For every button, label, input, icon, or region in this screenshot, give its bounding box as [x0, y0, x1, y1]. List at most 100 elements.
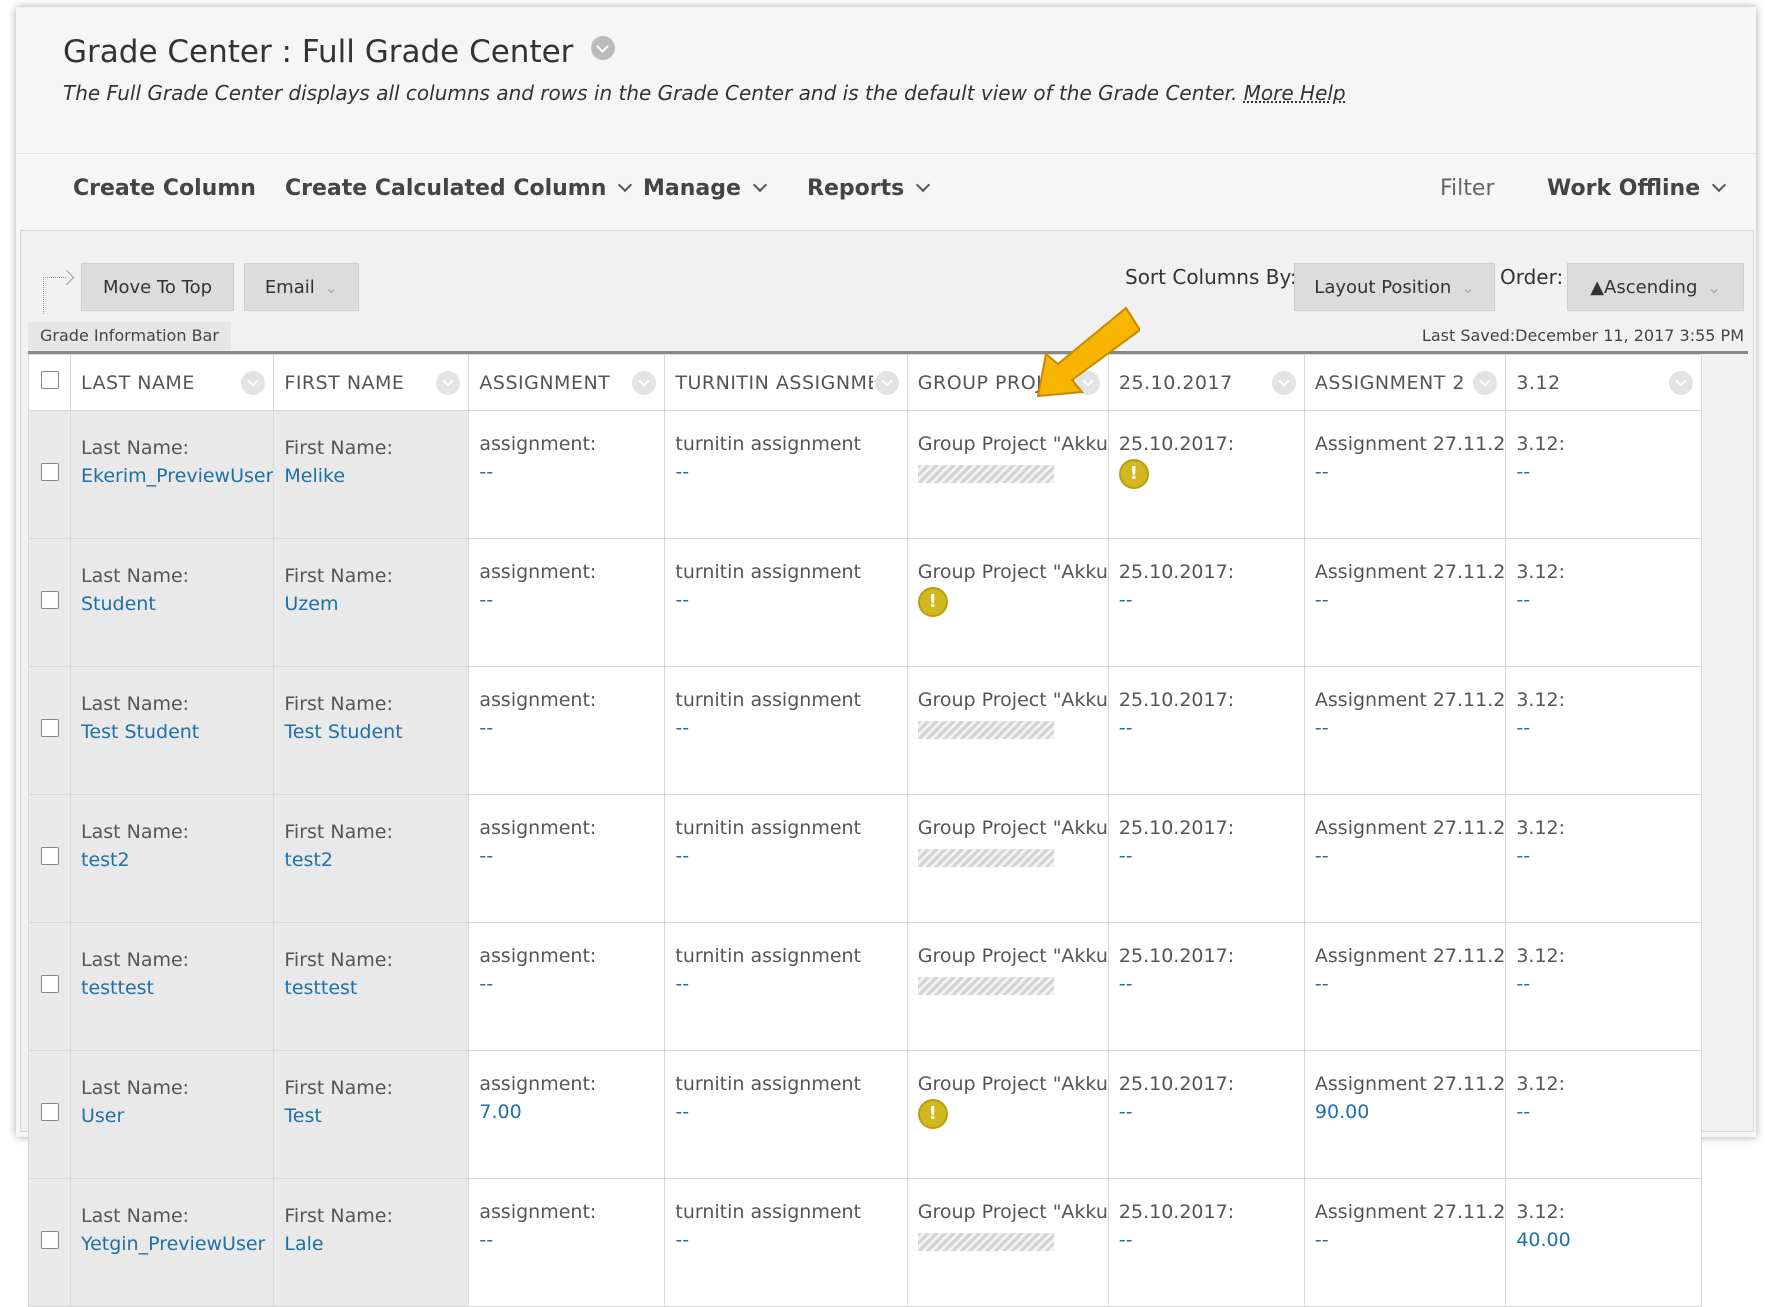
- more-help-link[interactable]: More Help: [1244, 81, 1346, 105]
- grade-cell-first[interactable]: First Name: Uzem: [273, 538, 470, 667]
- grade-cell-assignment[interactable]: assignment: --: [468, 922, 666, 1051]
- grade-cell-first[interactable]: First Name: Lale: [273, 1178, 470, 1307]
- create-column-button[interactable]: Create Column: [73, 176, 256, 201]
- grade-cell-last[interactable]: Last Name: Yetgin_PreviewUser: [69, 1178, 275, 1307]
- needs-grading-warning-icon[interactable]: !: [1118, 459, 1149, 489]
- column-menu-chevron-icon[interactable]: [241, 371, 266, 395]
- column-menu-chevron-icon[interactable]: [874, 371, 899, 395]
- row-checkbox[interactable]: [40, 591, 59, 609]
- student-name-link[interactable]: User: [81, 1105, 273, 1127]
- column-menu-chevron-icon[interactable]: [1473, 371, 1498, 395]
- grade-cell-date[interactable]: 25.10.2017: --: [1107, 922, 1305, 1051]
- grade-cell-last[interactable]: Last Name: Student: [69, 538, 275, 667]
- column-header-1[interactable]: FIRST NAME: [273, 354, 470, 411]
- order-select[interactable]: ▲Ascending ⌄: [1567, 263, 1744, 311]
- grade-cell-col312[interactable]: 3.12: --: [1505, 1050, 1703, 1179]
- grade-cell-assignment[interactable]: assignment: --: [468, 794, 666, 923]
- grade-cell-first[interactable]: First Name: Test Student: [273, 666, 470, 795]
- grade-cell-turnitin[interactable]: turnitin assignment --: [664, 1050, 908, 1179]
- student-name-link[interactable]: Yetgin_PreviewUser: [81, 1233, 273, 1255]
- grade-cell-date[interactable]: 25.10.2017: --: [1107, 666, 1305, 795]
- grade-cell-last[interactable]: Last Name: Test Student: [69, 666, 275, 795]
- needs-grading-warning-icon[interactable]: !: [917, 1099, 948, 1129]
- row-checkbox[interactable]: [40, 463, 59, 481]
- needs-grading-warning-icon[interactable]: !: [917, 587, 948, 617]
- grade-cell-assignment2[interactable]: Assignment 27.11.2 --: [1303, 794, 1507, 923]
- grade-cell-assignment2[interactable]: Assignment 27.11.2 90.00: [1303, 1050, 1507, 1179]
- row-checkbox[interactable]: [40, 847, 59, 865]
- student-name-link[interactable]: Ekerim_PreviewUser: [81, 465, 273, 487]
- email-button[interactable]: Email ⌄: [244, 263, 359, 311]
- grade-cell-col312[interactable]: 3.12: --: [1505, 666, 1703, 795]
- column-menu-chevron-icon[interactable]: [1271, 371, 1296, 395]
- student-name-link[interactable]: Test: [284, 1105, 468, 1127]
- column-menu-chevron-icon[interactable]: [436, 371, 461, 395]
- grade-cell-group[interactable]: Group Project "Akku: [906, 794, 1109, 923]
- grade-cell-turnitin[interactable]: turnitin assignment --: [664, 666, 908, 795]
- grade-cell-group[interactable]: Group Project "Akku!: [906, 1050, 1109, 1179]
- grade-information-bar-tab[interactable]: Grade Information Bar: [28, 322, 231, 350]
- grade-cell-first[interactable]: First Name: testtest: [273, 922, 470, 1051]
- column-header-0[interactable]: LAST NAME: [69, 354, 275, 411]
- grade-cell-last[interactable]: Last Name: Ekerim_PreviewUser: [69, 410, 275, 539]
- grade-cell-turnitin[interactable]: turnitin assignment --: [664, 794, 908, 923]
- row-checkbox[interactable]: [40, 1103, 59, 1121]
- student-name-link[interactable]: Lale: [284, 1233, 468, 1255]
- grade-cell-assignment[interactable]: assignment: --: [468, 1178, 666, 1307]
- grade-cell-first[interactable]: First Name: Melike: [273, 410, 470, 539]
- grade-cell-assignment2[interactable]: Assignment 27.11.2 --: [1303, 922, 1507, 1051]
- work-offline-menu[interactable]: Work Offline: [1547, 176, 1727, 201]
- grade-cell-assignment2[interactable]: Assignment 27.11.2 --: [1303, 410, 1507, 539]
- grade-cell-turnitin[interactable]: turnitin assignment --: [664, 922, 908, 1051]
- grade-cell-date[interactable]: 25.10.2017: --: [1107, 1050, 1305, 1179]
- grade-cell-last[interactable]: Last Name: testtest: [69, 922, 275, 1051]
- grade-cell-group[interactable]: Group Project "Akku: [906, 922, 1109, 1051]
- student-name-link[interactable]: Student: [81, 593, 273, 615]
- create-calculated-column-menu[interactable]: Create Calculated Column: [285, 176, 633, 201]
- grade-cell-assignment2[interactable]: Assignment 27.11.2 --: [1303, 538, 1507, 667]
- student-name-link[interactable]: testtest: [284, 977, 468, 999]
- row-checkbox[interactable]: [40, 719, 59, 737]
- grade-cell-turnitin[interactable]: turnitin assignment --: [664, 538, 908, 667]
- grade-cell-first[interactable]: First Name: test2: [273, 794, 470, 923]
- column-menu-chevron-icon[interactable]: [632, 371, 657, 395]
- grade-cell-assignment2[interactable]: Assignment 27.11.2 --: [1303, 666, 1507, 795]
- student-name-link[interactable]: Uzem: [284, 593, 468, 615]
- grade-cell-turnitin[interactable]: turnitin assignment --: [664, 1178, 908, 1307]
- grade-cell-assignment[interactable]: assignment: 7.00: [468, 1050, 666, 1179]
- grade-cell-date[interactable]: 25.10.2017: --: [1107, 1178, 1305, 1307]
- row-checkbox[interactable]: [40, 1231, 59, 1249]
- grade-cell-date[interactable]: 25.10.2017: --: [1107, 794, 1305, 923]
- column-header-2[interactable]: ASSIGNMENT: [468, 354, 666, 411]
- student-name-link[interactable]: Test Student: [284, 721, 468, 743]
- grade-cell-group[interactable]: Group Project "Akku!: [906, 538, 1109, 667]
- grade-cell-date[interactable]: 25.10.2017: --: [1107, 538, 1305, 667]
- grade-cell-group[interactable]: Group Project "Akku: [906, 666, 1109, 795]
- select-all-checkbox[interactable]: [40, 371, 59, 389]
- column-header-7[interactable]: 3.12: [1505, 354, 1703, 411]
- grade-cell-last[interactable]: Last Name: test2: [69, 794, 275, 923]
- student-name-link[interactable]: testtest: [81, 977, 273, 999]
- column-menu-chevron-icon[interactable]: [1669, 371, 1694, 395]
- grade-cell-col312[interactable]: 3.12: --: [1505, 410, 1703, 539]
- grade-cell-last[interactable]: Last Name: User: [69, 1050, 275, 1179]
- move-to-top-button[interactable]: Move To Top: [81, 263, 234, 311]
- grade-cell-group[interactable]: Group Project "Akku: [906, 1178, 1109, 1307]
- grade-cell-turnitin[interactable]: turnitin assignment --: [664, 410, 908, 539]
- grade-cell-col312[interactable]: 3.12: 40.00: [1505, 1178, 1703, 1307]
- grade-cell-assignment[interactable]: assignment: --: [468, 666, 666, 795]
- student-name-link[interactable]: test2: [81, 849, 273, 871]
- grade-cell-first[interactable]: First Name: Test: [273, 1050, 470, 1179]
- grade-cell-col312[interactable]: 3.12: --: [1505, 538, 1703, 667]
- sort-columns-select[interactable]: Layout Position ⌄: [1294, 263, 1495, 311]
- grade-cell-col312[interactable]: 3.12: --: [1505, 794, 1703, 923]
- column-header-6[interactable]: ASSIGNMENT 2: [1303, 354, 1507, 411]
- grade-cell-assignment2[interactable]: Assignment 27.11.2 --: [1303, 1178, 1507, 1307]
- grade-cell-assignment[interactable]: assignment: --: [468, 538, 666, 667]
- column-header-3[interactable]: TURNITIN ASSIGNMENT: [664, 354, 908, 411]
- student-name-link[interactable]: Test Student: [81, 721, 273, 743]
- reports-menu[interactable]: Reports: [807, 176, 931, 201]
- manage-menu[interactable]: Manage: [643, 176, 767, 201]
- title-menu-chevron-icon[interactable]: [591, 36, 616, 60]
- grade-cell-col312[interactable]: 3.12: --: [1505, 922, 1703, 1051]
